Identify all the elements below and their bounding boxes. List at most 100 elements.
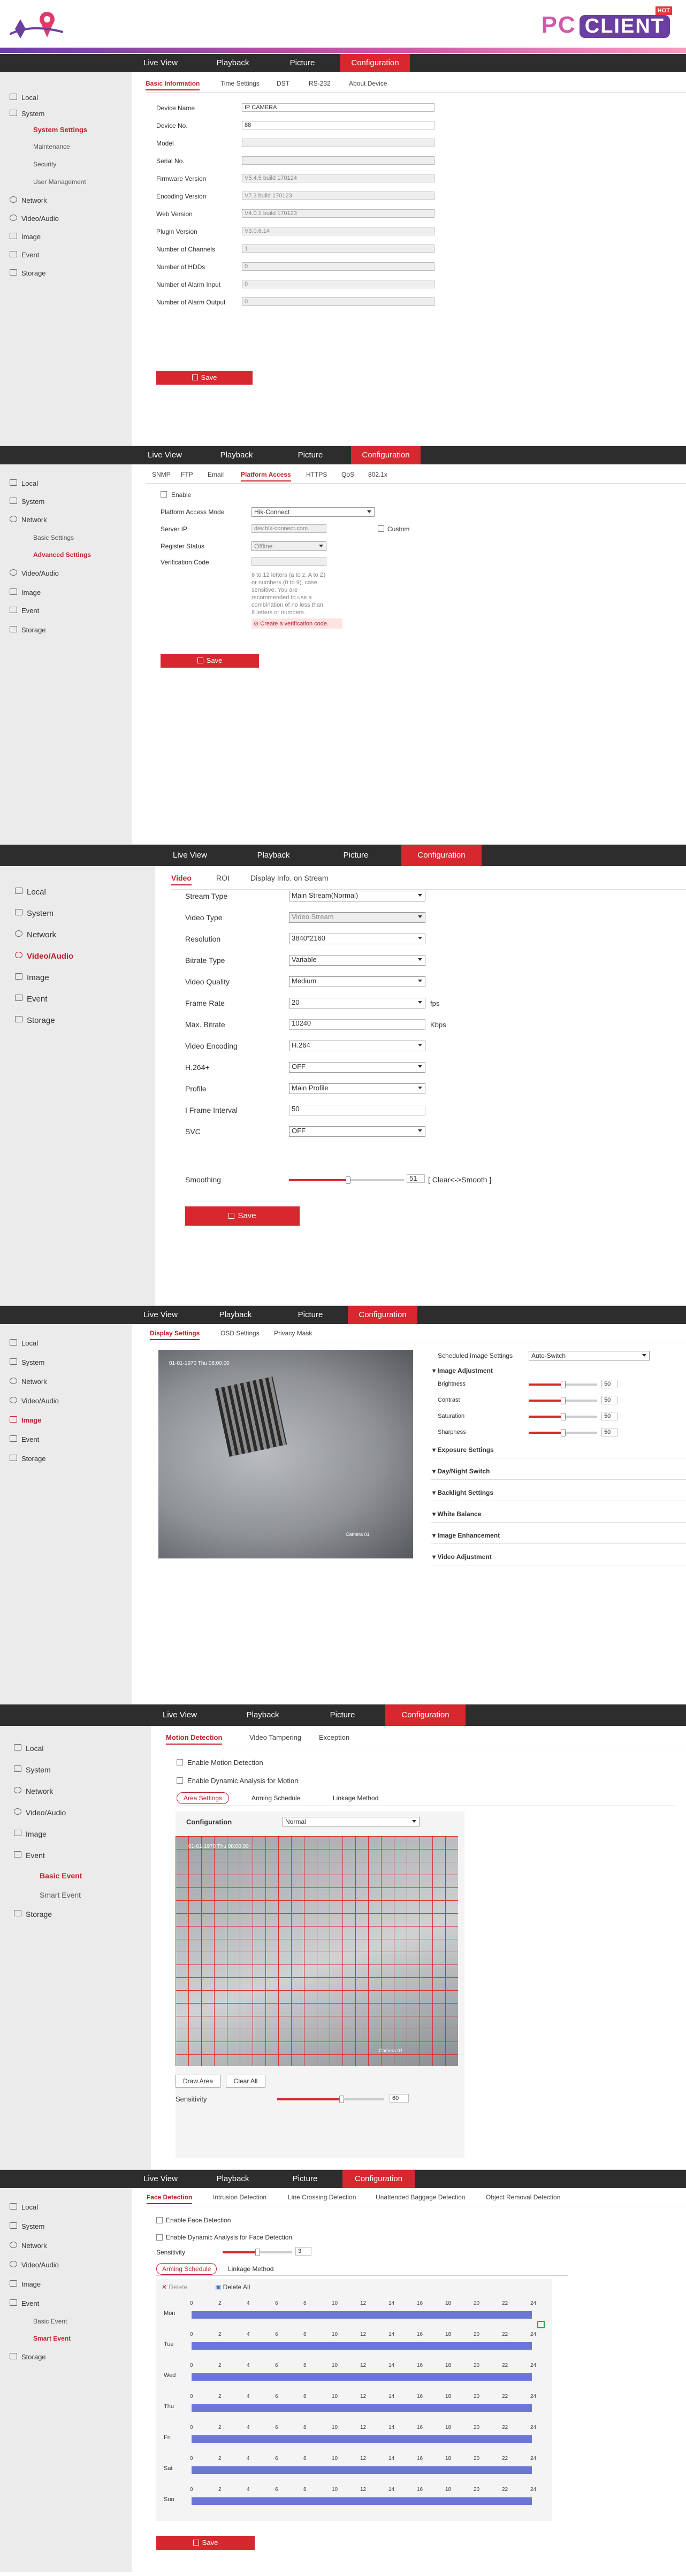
tab-about-device[interactable]: About Device (349, 80, 387, 87)
enable-face-checkbox[interactable] (156, 2217, 163, 2223)
setting-select[interactable]: H.264 (289, 1041, 425, 1051)
tab-roi[interactable]: ROI (216, 874, 230, 882)
tab-playback[interactable]: Playback (233, 1704, 292, 1726)
adjust-knob[interactable] (561, 1381, 566, 1388)
sidebar-item-local[interactable]: Local (15, 888, 46, 897)
delete-all-button[interactable]: ▣ Delete All (215, 2283, 250, 2291)
schedule-bar[interactable] (192, 2404, 532, 2412)
sidebar-item-user-management[interactable]: User Management (33, 178, 86, 186)
adjust-value[interactable]: 50 (601, 1412, 618, 1420)
sidebar-item-system[interactable]: System (10, 2222, 44, 2230)
sidebar-item-video-audio[interactable]: Video/Audio (10, 1397, 59, 1405)
sidebar-item-advanced-settings[interactable]: Advanced Settings (33, 551, 91, 559)
tab-playback[interactable]: Playback (206, 54, 260, 72)
field-value[interactable]: 88 (242, 121, 435, 129)
sidebar-item-video-audio[interactable]: Video/Audio (10, 215, 59, 223)
platform-mode-select[interactable]: Hik-Connect (251, 507, 375, 517)
sidebar-item-video-audio[interactable]: Video/Audio (10, 2261, 59, 2269)
sidebar-item-image[interactable]: Image (15, 973, 49, 982)
tab-configuration[interactable]: Configuration (385, 1704, 466, 1726)
configuration-select[interactable]: Normal (283, 1817, 420, 1826)
tab-exception[interactable]: Exception (319, 1733, 349, 1741)
sidebar-item-smart-event[interactable]: Smart Event (40, 1891, 81, 1899)
sidebar-item-video-audio[interactable]: Video/Audio (14, 1808, 66, 1817)
tab-rs232[interactable]: RS-232 (309, 80, 331, 87)
sensitivity-value[interactable]: 3 (295, 2247, 311, 2256)
sidebar-item-local[interactable]: Local (10, 479, 38, 487)
tab-snmp[interactable]: SNMP (152, 471, 171, 478)
tab-configuration[interactable]: Configuration (401, 845, 482, 866)
tab-arming-schedule[interactable]: Arming Schedule (251, 1794, 300, 1802)
tab-live-view[interactable]: Live View (138, 446, 192, 464)
sidebar-item-security[interactable]: Security (33, 160, 56, 168)
sidebar-item-network[interactable]: Network (10, 516, 47, 524)
setting-field[interactable]: 50 (289, 1105, 425, 1115)
sidebar-item-network[interactable]: Network (10, 1378, 47, 1386)
tab-video-tampering[interactable]: Video Tampering (249, 1733, 301, 1741)
setting-select[interactable]: Medium (289, 976, 425, 987)
tab-picture[interactable]: Picture (276, 54, 329, 72)
sidebar-item-event[interactable]: Event (10, 251, 39, 259)
sidebar-item-image[interactable]: Image (10, 2280, 41, 2288)
tab-configuration[interactable]: Configuration (342, 2170, 415, 2188)
adjust-knob[interactable] (561, 1413, 566, 1420)
tab-display-settings[interactable]: Display Settings (150, 1329, 200, 1340)
tab-qos[interactable]: QoS (341, 471, 354, 478)
tab-live-view[interactable]: Live View (134, 54, 187, 72)
sidebar-item-network[interactable]: Network (10, 196, 47, 204)
sidebar-item-storage[interactable]: Storage (14, 1910, 52, 1918)
tab-live-view[interactable]: Live View (161, 845, 219, 866)
sidebar-item-basic-event[interactable]: Basic Event (40, 1871, 82, 1880)
settings-group-header[interactable]: ▾ Backlight Settings (432, 1489, 493, 1496)
enable-motion-checkbox[interactable] (177, 1759, 183, 1765)
smoothing-slider[interactable] (289, 1176, 404, 1184)
sidebar-item-system[interactable]: System (10, 1358, 44, 1366)
image-adjustment-header[interactable]: ▾ Image Adjustment (432, 1367, 493, 1374)
sensitivity-value[interactable]: 60 (390, 2094, 409, 2103)
sidebar-item-video-audio[interactable]: Video/Audio (10, 569, 59, 577)
setting-select[interactable]: Main Profile (289, 1083, 425, 1094)
sidebar-item-local[interactable]: Local (10, 2203, 38, 2211)
sidebar-item-image[interactable]: Image (10, 1416, 42, 1424)
tab-playback[interactable]: Playback (244, 845, 303, 866)
live-preview[interactable]: 01-01-1970 Thu 08:00:00 Camera 01 (158, 1350, 413, 1558)
setting-select[interactable]: Main Stream(Normal) (289, 891, 425, 901)
tab-8021x[interactable]: 802.1x (368, 471, 387, 478)
delete-button[interactable]: ✕ Delete (162, 2283, 187, 2291)
enable-dynamic-checkbox[interactable] (177, 1777, 183, 1784)
tab-area-settings[interactable]: Area Settings (177, 1792, 230, 1804)
tab-https[interactable]: HTTPS (306, 471, 327, 478)
motion-grid-preview[interactable]: 01-01-1970 Thu 08:00:00 Camera 01 (176, 1836, 458, 2066)
sidebar-item-storage[interactable]: Storage (10, 1455, 46, 1463)
tab-unattended-baggage[interactable]: Unattended Baggage Detection (376, 2193, 465, 2201)
setting-select[interactable]: 20 (289, 998, 425, 1008)
tab-ftp[interactable]: FTP (181, 471, 193, 478)
tab-configuration[interactable]: Configuration (348, 1306, 417, 1324)
draw-area-button[interactable]: Draw Area (176, 2075, 220, 2088)
sidebar-item-maintenance[interactable]: Maintenance (33, 143, 70, 150)
tab-email[interactable]: Email (208, 471, 224, 478)
adjust-knob[interactable] (561, 1397, 566, 1404)
sidebar-item-network[interactable]: Network (15, 930, 56, 939)
schedule-bar[interactable] (192, 2497, 532, 2505)
tab-object-removal[interactable]: Object Removal Detection (486, 2193, 560, 2201)
tab-linkage-method[interactable]: Linkage Method (333, 1794, 378, 1802)
settings-group-header[interactable]: ▾ Image Enhancement (432, 1532, 500, 1539)
tab-picture[interactable]: Picture (316, 1704, 369, 1726)
tab-basic-information[interactable]: Basic Information (146, 80, 200, 90)
tab-motion-detection[interactable]: Motion Detection (166, 1733, 223, 1745)
adjust-slider[interactable] (529, 1413, 597, 1420)
sidebar-item-event[interactable]: Event (14, 1851, 45, 1860)
adjust-slider[interactable] (529, 1397, 597, 1404)
tab-playback[interactable]: Playback (206, 2170, 260, 2188)
settings-group-header[interactable]: ▾ Video Adjustment (432, 1553, 492, 1561)
tab-configuration[interactable]: Configuration (340, 54, 410, 72)
clear-all-button[interactable]: Clear All (226, 2075, 265, 2088)
setting-select[interactable]: OFF (289, 1126, 425, 1137)
sidebar-item-system[interactable]: System (15, 909, 54, 918)
save-button[interactable]: Save (161, 654, 259, 668)
setting-field[interactable]: 10240 (289, 1019, 425, 1030)
sidebar-item-image[interactable]: Image (10, 588, 41, 597)
tab-display-info[interactable]: Display Info. on Stream (250, 874, 329, 882)
sidebar-item-system[interactable]: System (10, 498, 44, 506)
